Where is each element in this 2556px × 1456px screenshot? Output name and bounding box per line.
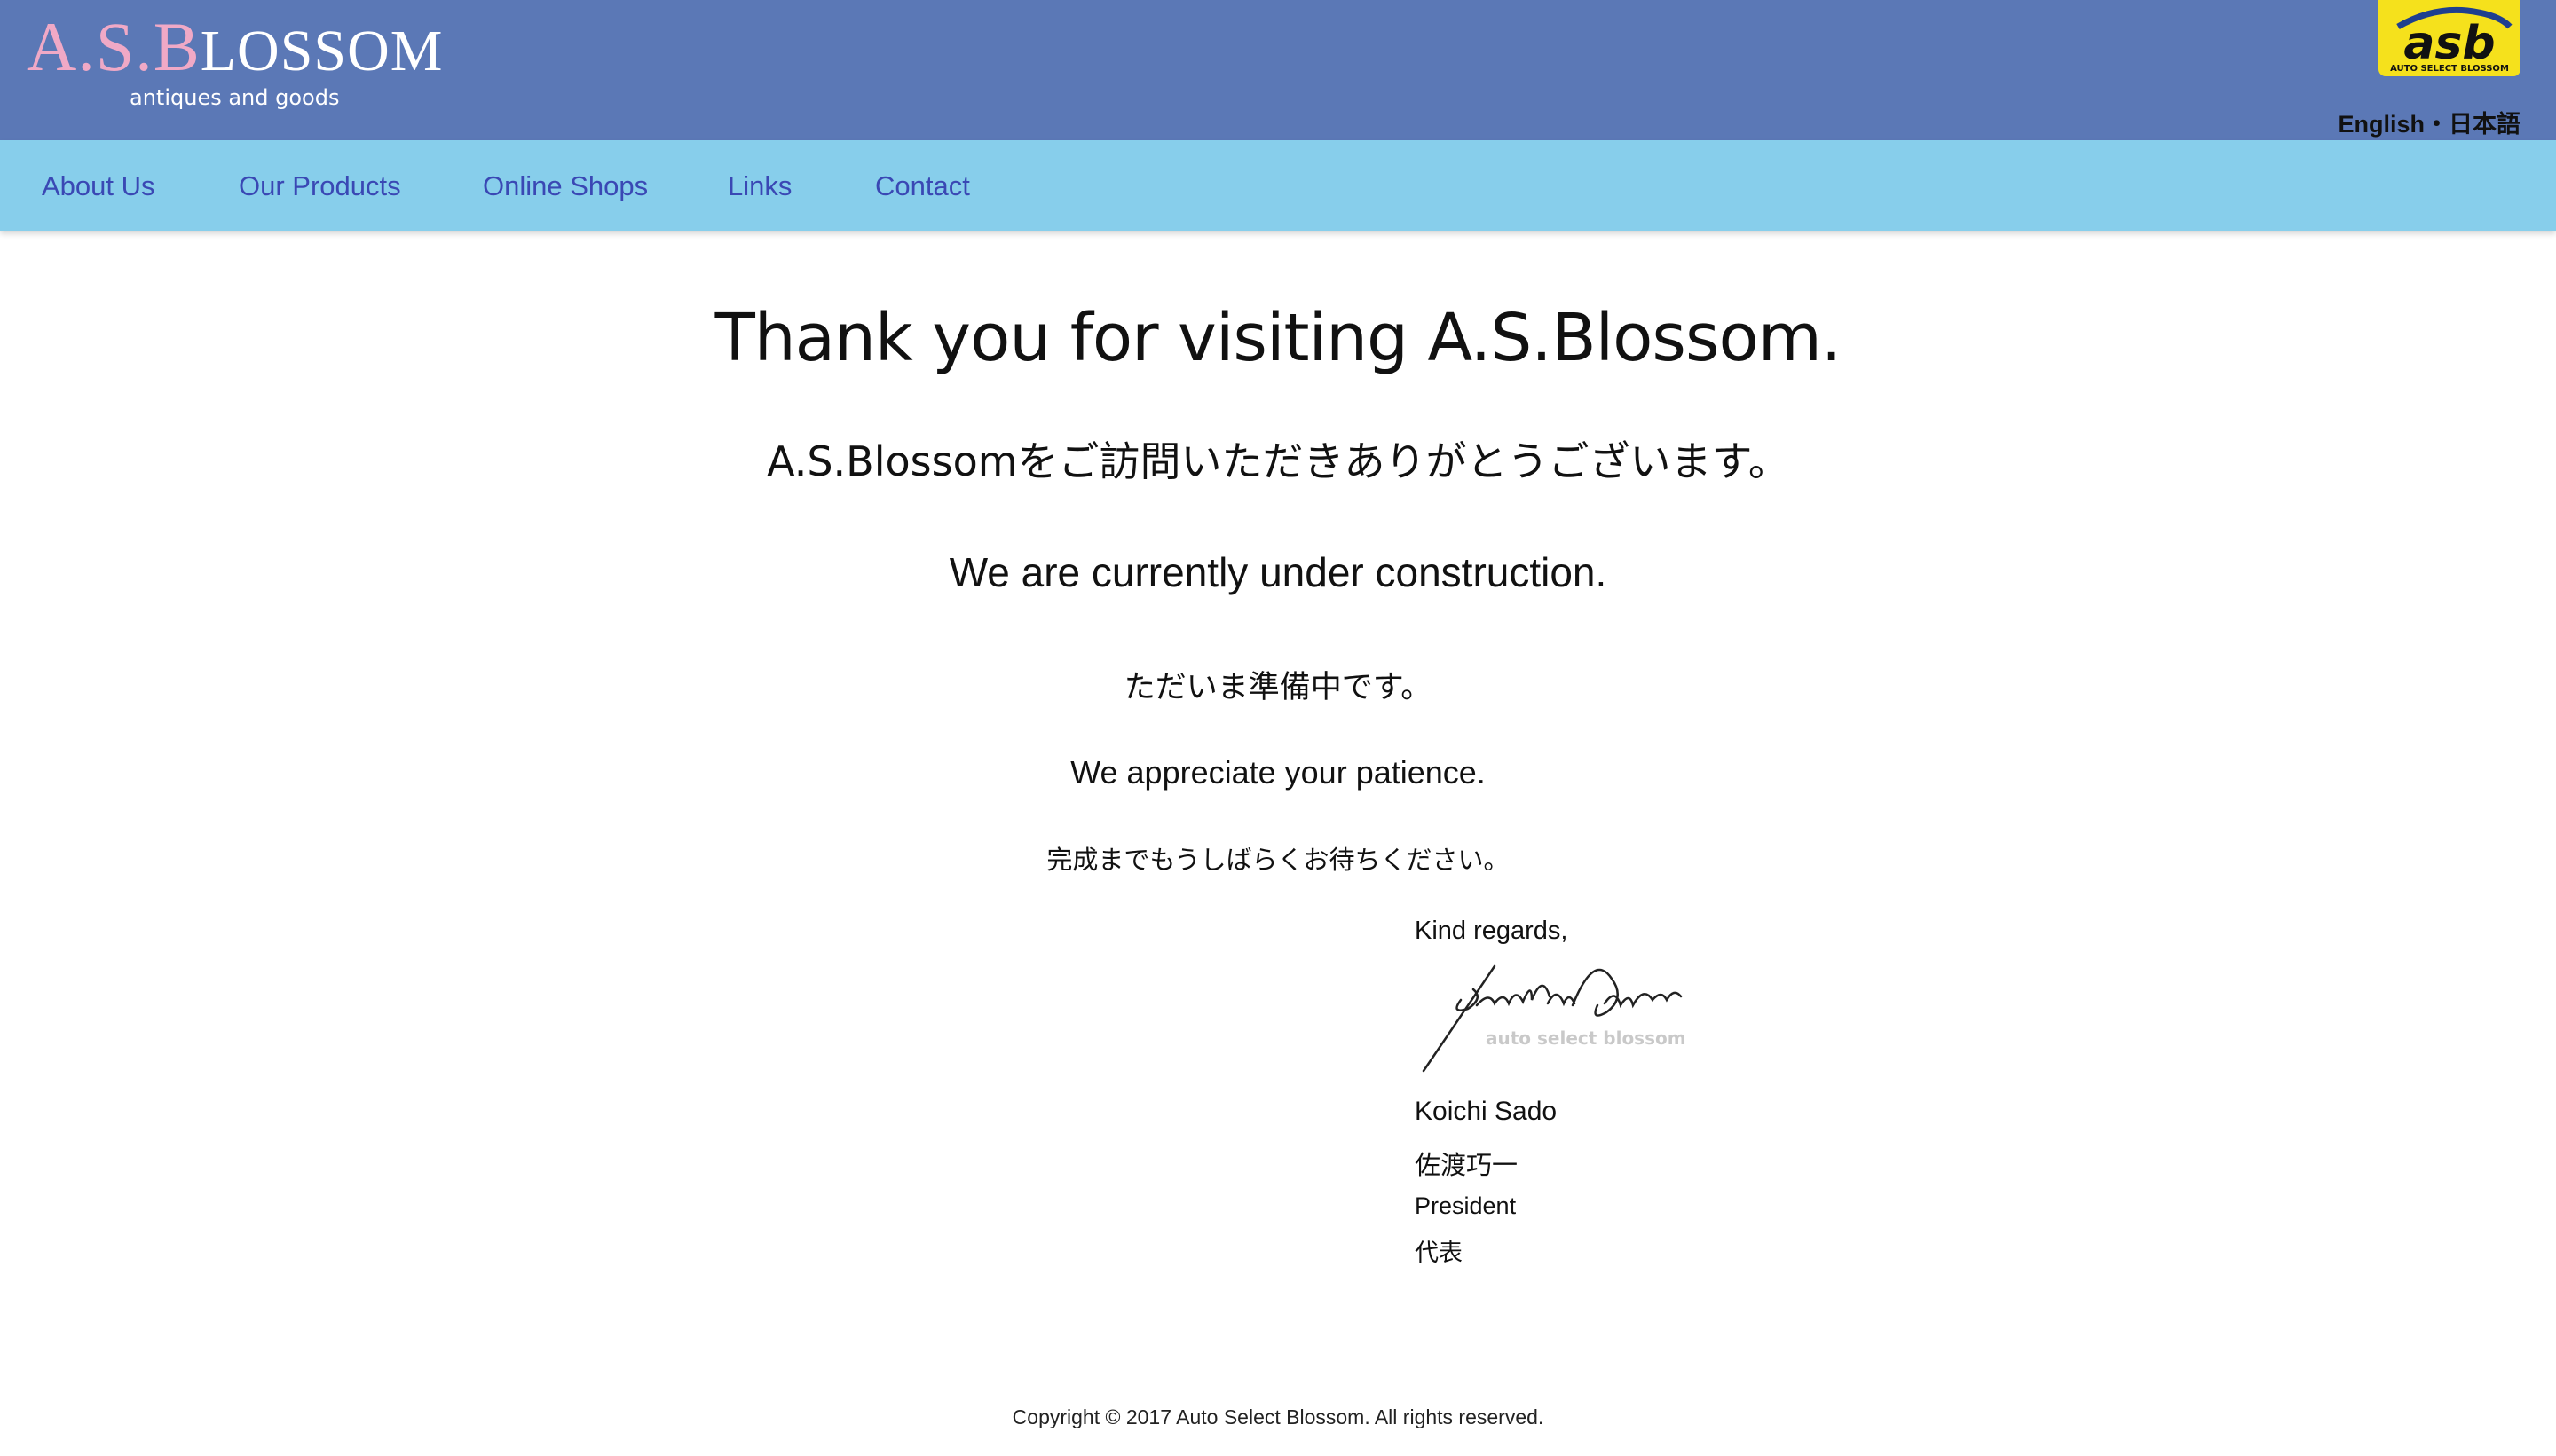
nav-online-shops[interactable]: Online Shops (483, 170, 648, 202)
closing-regards: Kind regards, (1415, 917, 1568, 945)
asb-car-icon: asb AUTO SELECT BLOSSOM (2390, 6, 2513, 74)
nav-links[interactable]: Links (728, 170, 792, 202)
signer-name-ja: 佐渡巧一 (1415, 1150, 1519, 1180)
footer-copyright: Copyright © 2017 Auto Select Blossom. Al… (1012, 1405, 1544, 1428)
patience-message: We appreciate your patience. (1070, 754, 1486, 791)
lang-english-link[interactable]: English (2338, 111, 2425, 138)
asb-badge-logo[interactable]: asb AUTO SELECT BLOSSOM (2378, 0, 2520, 76)
nav-about-us[interactable]: About Us (42, 170, 155, 202)
logo-tagline: antiques and goods (130, 85, 340, 110)
signer-name: Koichi Sado (1415, 1097, 1558, 1126)
logo-wordmark: A.S.BLOSSOM (27, 12, 443, 82)
patience-message-ja: 完成までもうしばらくお待ちください。 (1046, 845, 1510, 875)
construction-notice: We are currently under construction. (949, 549, 1607, 595)
site-logo[interactable]: A.S.BLOSSOM antiques and goods (27, 12, 443, 111)
site-header: A.S.BLOSSOM antiques and goods asb AUTO … (0, 0, 2556, 140)
nav-our-products[interactable]: Our Products (239, 170, 401, 202)
lang-separator: ・ (2425, 111, 2449, 138)
logo-initials: A.S.B (27, 8, 201, 85)
main-nav: About Us Our Products Online Shops Links… (0, 140, 2556, 231)
signature-watermark: auto select blossom (1486, 1027, 1686, 1049)
nav-contact[interactable]: Contact (875, 170, 970, 202)
language-switcher: English・日本語 (2338, 105, 2520, 139)
welcome-heading-ja: A.S.Blossomをご訪問いただきありがとうございます。 (767, 437, 1789, 485)
badge-text: asb (2403, 17, 2495, 70)
signer-title-ja: 代表 (1415, 1240, 1463, 1267)
welcome-heading: Thank you for visiting A.S.Blossom. (714, 300, 1842, 376)
badge-subtext: AUTO SELECT BLOSSOM (2390, 64, 2509, 74)
construction-notice-ja: ただいま準備中です。 (1124, 670, 1432, 705)
logo-name-rest: LOSSOM (200, 19, 444, 83)
lang-japanese-link[interactable]: 日本語 (2449, 111, 2520, 138)
handwritten-signature: auto select blossom (1415, 963, 1734, 1082)
signer-title: President (1415, 1192, 1517, 1219)
